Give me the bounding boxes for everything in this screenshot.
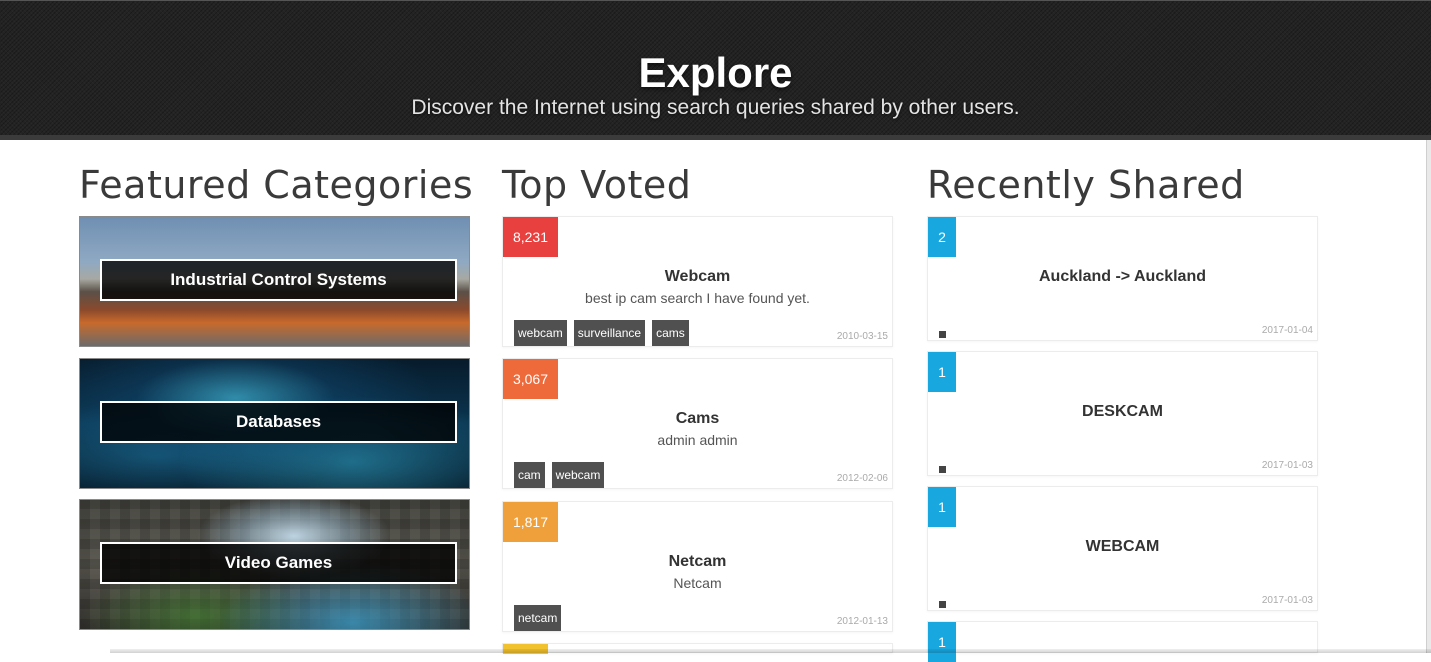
vote-count[interactable]: 2 — [928, 217, 956, 257]
category-databases[interactable]: Databases — [79, 358, 470, 489]
explore-header: Explore Discover the Internet using sear… — [0, 0, 1431, 140]
vote-count[interactable]: 3,067 — [503, 359, 558, 399]
page-title: Explore — [0, 47, 1431, 99]
tag-list: cam webcam — [514, 462, 611, 488]
query-description: best ip cam search I have found yet. — [503, 289, 892, 307]
tag[interactable]: surveillance — [574, 320, 645, 346]
category-label: Video Games — [100, 542, 457, 584]
query-date: 2017-01-04 — [1262, 325, 1313, 336]
tag[interactable]: cam — [514, 462, 545, 488]
query-title[interactable]: WEBCAM — [928, 537, 1317, 557]
shared-card-deskcam[interactable]: 1 DESKCAM 2017-01-03 — [927, 351, 1318, 476]
query-card-webcam[interactable]: 8,231 Webcam best ip cam search I have f… — [502, 216, 893, 347]
query-card-cams[interactable]: 3,067 Cams admin admin cam webcam 2012-02… — [502, 358, 893, 489]
vote-count[interactable]: 1 — [928, 352, 956, 392]
query-description: admin admin — [503, 431, 892, 449]
category-label: Databases — [100, 401, 457, 443]
tag-list: netcam — [514, 605, 568, 631]
top-voted-heading: Top Voted — [502, 162, 691, 208]
query-title[interactable]: Cams — [503, 409, 892, 429]
tag[interactable]: netcam — [514, 605, 561, 631]
query-date: 2012-01-13 — [837, 616, 888, 627]
bottom-edge — [110, 649, 1431, 653]
query-date: 2010-03-15 — [837, 331, 888, 342]
query-description: Netcam — [503, 574, 892, 592]
window-scrollbar[interactable] — [1426, 140, 1431, 653]
query-title[interactable]: DESKCAM — [928, 402, 1317, 422]
vote-count[interactable]: 8,231 — [503, 217, 558, 257]
query-title[interactable]: Webcam — [503, 267, 892, 287]
query-title[interactable]: Netcam — [503, 552, 892, 572]
query-marker — [939, 601, 946, 608]
vote-count[interactable]: 1 — [928, 487, 956, 527]
page-subtitle: Discover the Internet using search queri… — [0, 95, 1431, 121]
vote-count[interactable]: 1,817 — [503, 502, 558, 542]
category-video-games[interactable]: Video Games — [79, 499, 470, 630]
shared-card-webcam[interactable]: 1 WEBCAM 2017-01-03 — [927, 486, 1318, 611]
tag[interactable]: webcam — [514, 320, 567, 346]
query-marker — [939, 466, 946, 473]
query-title[interactable]: Auckland -> Auckland — [928, 267, 1317, 287]
query-card-netcam[interactable]: 1,817 Netcam Netcam netcam 2012-01-13 — [502, 501, 893, 632]
query-date: 2017-01-03 — [1262, 460, 1313, 471]
tag[interactable]: webcam — [552, 462, 605, 488]
query-date: 2017-01-03 — [1262, 595, 1313, 606]
category-industrial-control-systems[interactable]: Industrial Control Systems — [79, 216, 470, 347]
tag[interactable]: cams — [652, 320, 689, 346]
query-marker — [939, 331, 946, 338]
recently-shared-heading: Recently Shared — [927, 162, 1245, 208]
category-label: Industrial Control Systems — [100, 259, 457, 301]
query-date: 2012-02-06 — [837, 473, 888, 484]
tag-list: webcam surveillance cams — [514, 320, 696, 346]
featured-categories-heading: Featured Categories — [79, 162, 473, 208]
vote-count[interactable]: 1 — [928, 622, 956, 662]
shared-card-auckland[interactable]: 2 Auckland -> Auckland 2017-01-04 — [927, 216, 1318, 341]
